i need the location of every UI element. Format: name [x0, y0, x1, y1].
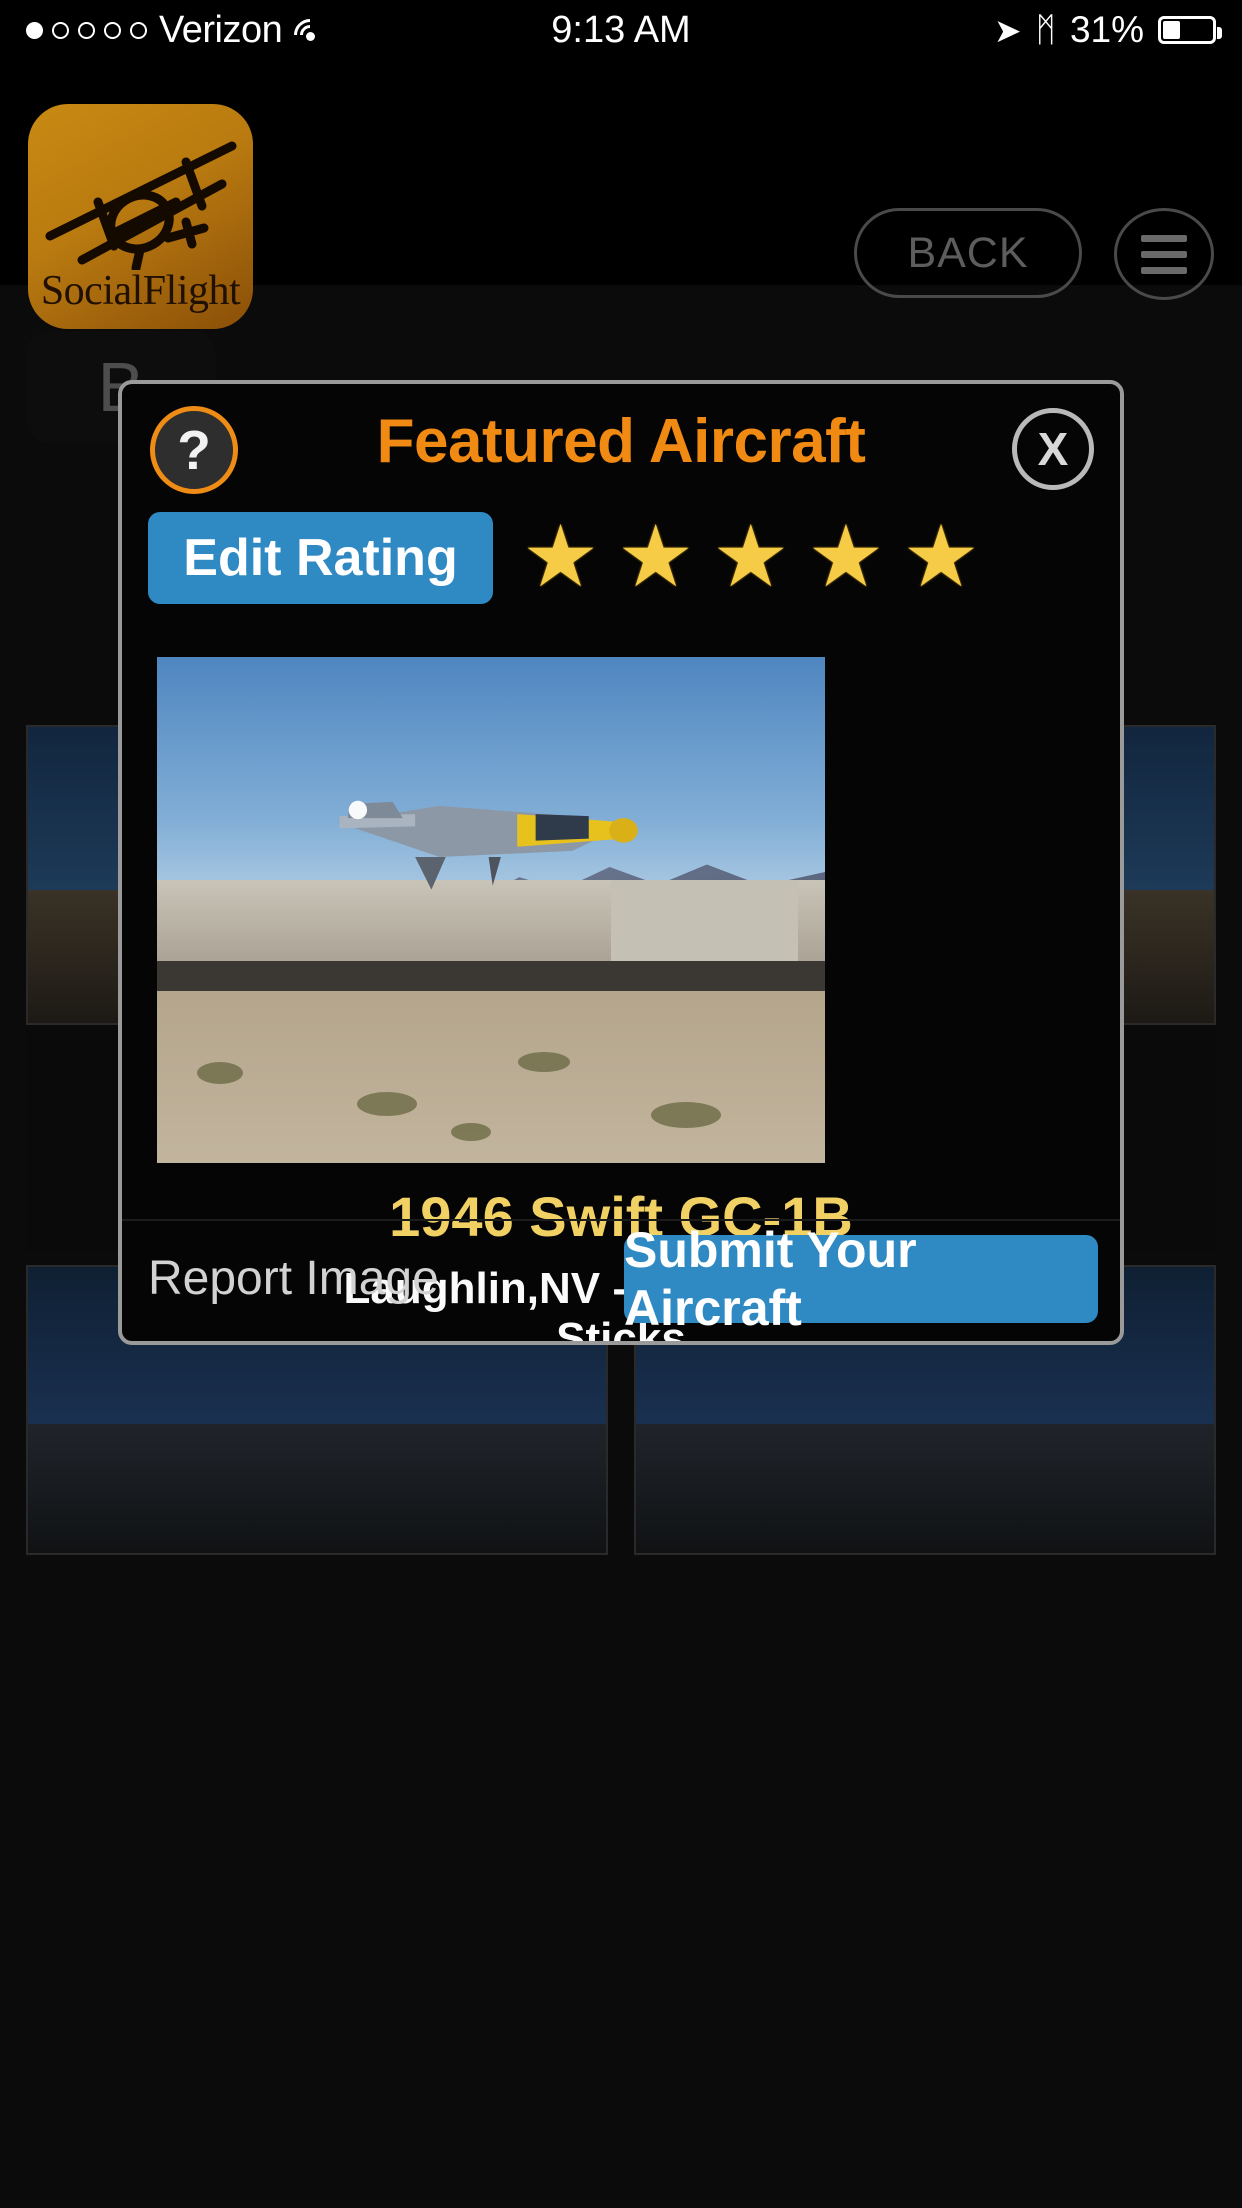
report-image-button[interactable]: Report Image — [148, 1251, 439, 1306]
edit-rating-button[interactable]: Edit Rating — [148, 512, 493, 604]
battery-percent-label: 31% — [1069, 9, 1144, 50]
back-button[interactable]: BACK — [854, 208, 1082, 298]
star-icon-3[interactable]: ★ — [712, 514, 789, 600]
star-icon-1[interactable]: ★ — [522, 514, 599, 600]
submit-aircraft-button[interactable]: Submit Your Aircraft — [624, 1222, 1098, 1336]
featured-aircraft-modal: ? Featured Aircraft X Edit Rating ★ ★ ★ … — [118, 380, 1124, 1345]
location-arrow-icon: ➤ — [993, 11, 1022, 49]
modal-footer: Report Image Submit Your Aircraft — [122, 1219, 1120, 1341]
star-icon-2[interactable]: ★ — [617, 514, 694, 600]
star-rating[interactable]: ★ ★ ★ ★ ★ — [522, 514, 980, 600]
status-bar: Verizon 9:13 AM ➤ ᛗ 31% — [0, 0, 1242, 60]
star-icon-5[interactable]: ★ — [902, 514, 979, 600]
close-icon[interactable]: X — [1012, 408, 1094, 490]
app-header: SocialFlight BACK — [0, 60, 1242, 329]
biplane-icon — [45, 141, 237, 270]
aircraft-photo[interactable] — [157, 657, 825, 1163]
airplane-illustration — [337, 801, 639, 890]
star-icon-4[interactable]: ★ — [807, 514, 884, 600]
status-bar-right: ➤ ᛗ 31% — [993, 9, 1222, 51]
battery-icon — [1158, 16, 1222, 44]
modal-title: Featured Aircraft — [376, 407, 866, 476]
modal-header: ? Featured Aircraft X — [122, 384, 1120, 504]
bluetooth-icon: ᛗ — [1035, 10, 1056, 49]
logo-brand-label: SocialFlight — [40, 268, 241, 314]
hamburger-menu-icon[interactable] — [1114, 208, 1214, 300]
socialflight-logo[interactable]: SocialFlight — [28, 104, 253, 329]
rating-row: Edit Rating ★ ★ ★ ★ ★ — [122, 504, 1120, 624]
